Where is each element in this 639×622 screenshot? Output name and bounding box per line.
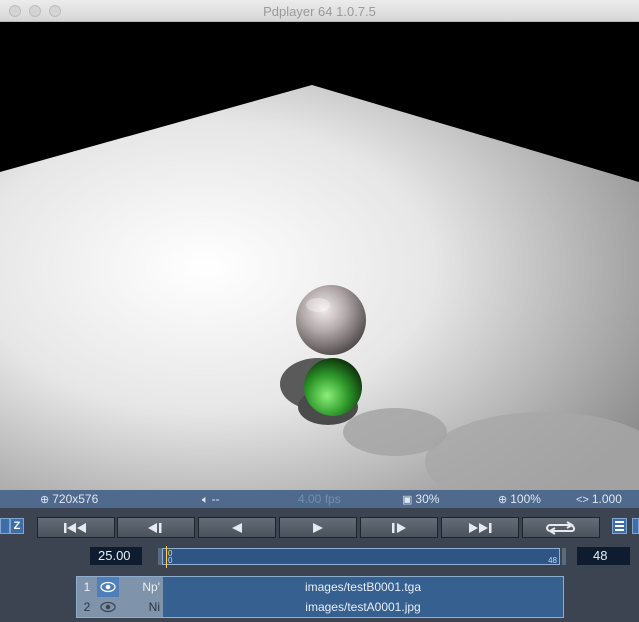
- grey-sphere: [296, 285, 366, 355]
- layer-mode[interactable]: Np': [119, 577, 163, 597]
- layer-visibility-toggle[interactable]: [97, 597, 119, 617]
- end-frame-field[interactable]: 48: [577, 547, 630, 565]
- audio-readout: 🔈︎ --: [202, 492, 220, 506]
- eye-icon: [100, 601, 116, 613]
- left-panel-toggle[interactable]: [0, 518, 10, 534]
- z-toggle-button[interactable]: Z: [10, 518, 24, 534]
- layer-row[interactable]: 1 Np' images/testB0001.tga: [77, 577, 563, 597]
- resolution-readout: ⊕ 720x576: [40, 492, 99, 506]
- loop-icon: [546, 521, 576, 535]
- layer-index: 2: [83, 600, 91, 614]
- layer-row[interactable]: 2 Ni images/testA0001.jpg: [77, 597, 563, 617]
- list-icon: [615, 521, 624, 531]
- image-viewport[interactable]: [0, 22, 639, 490]
- cache-icon: ▣: [402, 494, 413, 506]
- go-to-start-button[interactable]: [37, 517, 115, 538]
- layers-list: 1 Np' images/testB0001.tga 2 Ni images/t…: [76, 576, 564, 618]
- timeline-slider[interactable]: 0 0 48: [162, 546, 560, 568]
- layer-filename[interactable]: images/testB0001.tga: [163, 577, 563, 597]
- step-back-icon: [148, 523, 162, 533]
- step-forward-button[interactable]: [360, 517, 438, 538]
- loop-button[interactable]: [522, 517, 600, 538]
- resolution-icon: ⊕: [40, 494, 50, 506]
- layer-visibility-toggle[interactable]: [97, 577, 119, 597]
- skip-end-icon: [469, 523, 492, 533]
- status-bar: ⊕ 720x576 🔈︎ -- 4.00 fps ▣ 30% ⊕ 100% <> 1.00…: [0, 490, 639, 508]
- right-panel-toggle[interactable]: [612, 518, 627, 534]
- timeline-right-handle[interactable]: [562, 548, 566, 565]
- window-title: Pdplayer 64 1.0.7.5: [263, 4, 376, 19]
- zoom-readout: ⊕ 100%: [498, 492, 541, 506]
- green-sphere: [304, 358, 362, 416]
- zoom-icon: ⊕: [498, 494, 508, 506]
- layer-mode[interactable]: Ni: [119, 597, 163, 617]
- play-forward-button[interactable]: [279, 517, 357, 538]
- controls-panel: Z 25.00 0 0 48 48 1 Np' images/testB0001…: [0, 508, 639, 622]
- frame-rate-field[interactable]: 25.00: [90, 547, 142, 565]
- step-forward-icon: [392, 523, 406, 533]
- go-to-end-button[interactable]: [441, 517, 519, 538]
- timeline-end-label: 48: [548, 556, 557, 565]
- eye-icon: [100, 581, 116, 593]
- window-titlebar: Pdplayer 64 1.0.7.5: [0, 0, 639, 22]
- play-icon: [313, 523, 323, 533]
- play-backward-button[interactable]: [198, 517, 276, 538]
- cache-readout: ▣ 30%: [402, 492, 440, 506]
- playhead-marker[interactable]: [166, 546, 167, 568]
- fps-readout: 4.00 fps: [298, 492, 341, 506]
- skip-start-icon: [64, 523, 86, 533]
- timeline-start-sub-label: 0: [168, 556, 173, 565]
- rendered-frame: [0, 22, 639, 490]
- layer-index: 1: [83, 580, 91, 594]
- gamma-icon: <>: [576, 494, 589, 506]
- layer-filename[interactable]: images/testA0001.jpg: [163, 597, 563, 617]
- step-back-button[interactable]: [117, 517, 195, 538]
- speaker-icon: 🔈︎: [202, 494, 209, 506]
- play-backward-icon: [232, 523, 242, 533]
- gamma-readout: <> 1.000: [576, 492, 622, 506]
- right-edge-toggle[interactable]: [632, 518, 639, 534]
